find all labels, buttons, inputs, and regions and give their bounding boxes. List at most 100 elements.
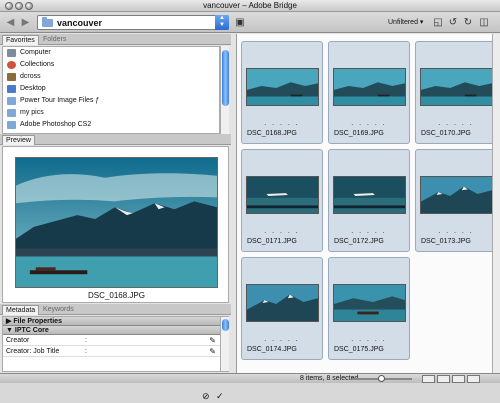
- preview-image: [15, 157, 218, 288]
- no-entry-icon[interactable]: ⊘: [202, 391, 210, 402]
- scroll-thumb[interactable]: [222, 319, 229, 331]
- metadata-footer: ⊘ ✓: [200, 391, 228, 403]
- tab-preview[interactable]: Preview: [2, 135, 35, 145]
- metadata-scrollbar[interactable]: [220, 317, 229, 371]
- preview-panel: DSC_0168.JPG: [2, 146, 229, 303]
- go-up-folder-icon[interactable]: ▣: [234, 17, 246, 28]
- folder-icon: [7, 109, 16, 117]
- section-iptc-core[interactable]: ▼ IPTC Core: [3, 326, 228, 335]
- back-arrow-icon[interactable]: ◀: [4, 16, 17, 29]
- favorite-item-computer[interactable]: Computer: [3, 47, 219, 59]
- favorite-item-my-pics[interactable]: my pics: [3, 107, 219, 119]
- pencil-icon[interactable]: ✎: [209, 346, 216, 357]
- rating-dots[interactable]: . . . . .: [242, 228, 322, 235]
- favorite-item-power-tour[interactable]: Power Tour Image Files ƒ: [3, 95, 219, 107]
- trash-icon[interactable]: ◫: [478, 17, 490, 28]
- folder-icon: [7, 121, 16, 129]
- status-bar: 8 items, 8 selected: [0, 373, 500, 383]
- window-title: vancouver – Adobe Bridge: [203, 1, 297, 10]
- favorite-label: Adobe Photoshop CS2: [20, 121, 92, 128]
- metadata-row-job-title[interactable]: Creator: Job Title: ✎: [3, 346, 228, 357]
- rating-dots[interactable]: . . . . .: [242, 336, 322, 343]
- thumbnail-item[interactable]: . . . . . DSC_0174.JPG: [241, 257, 323, 360]
- thumbnail-item[interactable]: . . . . . DSC_0175.JPG: [328, 257, 410, 360]
- thumbnail-item[interactable]: . . . . . DSC_0172.JPG: [328, 149, 410, 252]
- content-scrollbar[interactable]: [492, 34, 500, 373]
- rating-dots[interactable]: . . . . .: [329, 120, 409, 127]
- metadata-row-creator[interactable]: Creator: ✎: [3, 335, 228, 346]
- filter-dropdown[interactable]: Unfiltered ▾: [388, 18, 423, 26]
- thumbnail-item[interactable]: . . . . . DSC_0170.JPG: [415, 41, 497, 144]
- thumbnail-item[interactable]: . . . . . DSC_0171.JPG: [241, 149, 323, 252]
- rating-dots[interactable]: . . . . .: [416, 120, 496, 127]
- path-dropdown-icon[interactable]: ▲ ▼: [215, 15, 229, 30]
- zoom-window-icon[interactable]: [25, 2, 33, 10]
- folder-icon: [7, 97, 16, 105]
- checkmark-icon[interactable]: ✓: [216, 391, 224, 402]
- favorites-tab-row: Favorites Folders: [0, 34, 231, 45]
- favorites-scrollbar[interactable]: [220, 46, 229, 134]
- preview-tab-row: Preview: [0, 134, 231, 145]
- home-icon: [7, 73, 16, 81]
- photo-thumbnail: [421, 177, 492, 213]
- favorite-item-desktop[interactable]: Desktop: [3, 83, 219, 95]
- favorite-item-photoshop[interactable]: Adobe Photoshop CS2: [3, 119, 219, 131]
- details-view-button[interactable]: [452, 375, 465, 383]
- thumbnail-image: [333, 284, 406, 322]
- filmstrip-view-button[interactable]: [437, 375, 450, 383]
- rating-dots[interactable]: . . . . .: [329, 336, 409, 343]
- slider-knob[interactable]: [378, 375, 385, 382]
- thumbnail-item[interactable]: . . . . . DSC_0168.JPG: [241, 41, 323, 144]
- thumbnail-view-button[interactable]: [422, 375, 435, 383]
- favorite-item-dcross[interactable]: dcross: [3, 71, 219, 83]
- thumbnail-image: [420, 68, 493, 106]
- section-file-properties[interactable]: ▶ File Properties: [3, 317, 228, 326]
- rating-dots[interactable]: . . . . .: [242, 120, 322, 127]
- thumbnail-image: [246, 284, 319, 322]
- favorite-label: my pics: [20, 109, 44, 116]
- rating-dots[interactable]: . . . . .: [416, 228, 496, 235]
- desktop-icon: [7, 85, 16, 93]
- computer-icon: [7, 49, 16, 57]
- thumbnail-filename: DSC_0169.JPG: [334, 130, 384, 137]
- tab-metadata[interactable]: Metadata: [2, 305, 40, 315]
- tab-folders[interactable]: Folders: [40, 35, 69, 45]
- tab-favorites[interactable]: Favorites: [2, 35, 39, 45]
- versions-view-button[interactable]: [467, 375, 480, 383]
- filter-label: Unfiltered: [388, 19, 418, 26]
- rotate-right-icon[interactable]: ↻: [462, 17, 474, 28]
- thumbnail-item[interactable]: . . . . . DSC_0169.JPG: [328, 41, 410, 144]
- scroll-thumb[interactable]: [222, 50, 229, 106]
- rotate-left-icon[interactable]: ↺: [447, 17, 459, 28]
- close-window-icon[interactable]: [5, 2, 13, 10]
- photo-thumbnail: [421, 69, 492, 105]
- forward-arrow-icon[interactable]: ▶: [19, 16, 32, 29]
- thumbnail-filename: DSC_0175.JPG: [334, 346, 384, 353]
- favorite-item-collections[interactable]: Collections: [3, 59, 219, 71]
- photo-thumbnail: [334, 177, 405, 213]
- minimize-window-icon[interactable]: [15, 2, 23, 10]
- favorite-label: Power Tour Image Files ƒ: [20, 97, 100, 104]
- thumbnail-item[interactable]: . . . . . DSC_0173.JPG: [415, 149, 497, 252]
- pencil-icon[interactable]: ✎: [209, 335, 216, 346]
- thumbnail-filename: DSC_0172.JPG: [334, 238, 384, 245]
- left-panel: Favorites Folders Computer Collections d…: [0, 34, 231, 401]
- path-selector[interactable]: vancouver ▲ ▼: [37, 15, 229, 30]
- rating-dots[interactable]: . . . . .: [329, 228, 409, 235]
- favorite-label: dcross: [20, 73, 41, 80]
- content-panel: . . . . . DSC_0168.JPG . . . . . DSC_0169.J…: [236, 34, 500, 373]
- field-value: :: [85, 337, 87, 344]
- favorite-label: Computer: [20, 49, 51, 56]
- folder-icon: [42, 17, 53, 27]
- title-bar: vancouver – Adobe Bridge: [0, 0, 500, 12]
- favorite-label: Desktop: [20, 85, 46, 92]
- toolbar: ◀ ▶ vancouver ▲ ▼ ▣ Unfiltered ▾ ◱ ↺ ↻ ◫: [0, 12, 500, 33]
- section-label: IPTC Core: [14, 327, 49, 334]
- thumbnail-size-slider[interactable]: [352, 375, 412, 382]
- new-folder-icon[interactable]: ◱: [432, 17, 444, 28]
- field-label: Creator: [6, 337, 30, 344]
- section-label: File Properties: [13, 318, 62, 325]
- thumbnail-filename: DSC_0168.JPG: [247, 130, 297, 137]
- tab-keywords[interactable]: Keywords: [40, 305, 77, 315]
- current-folder-label: vancouver: [57, 18, 103, 28]
